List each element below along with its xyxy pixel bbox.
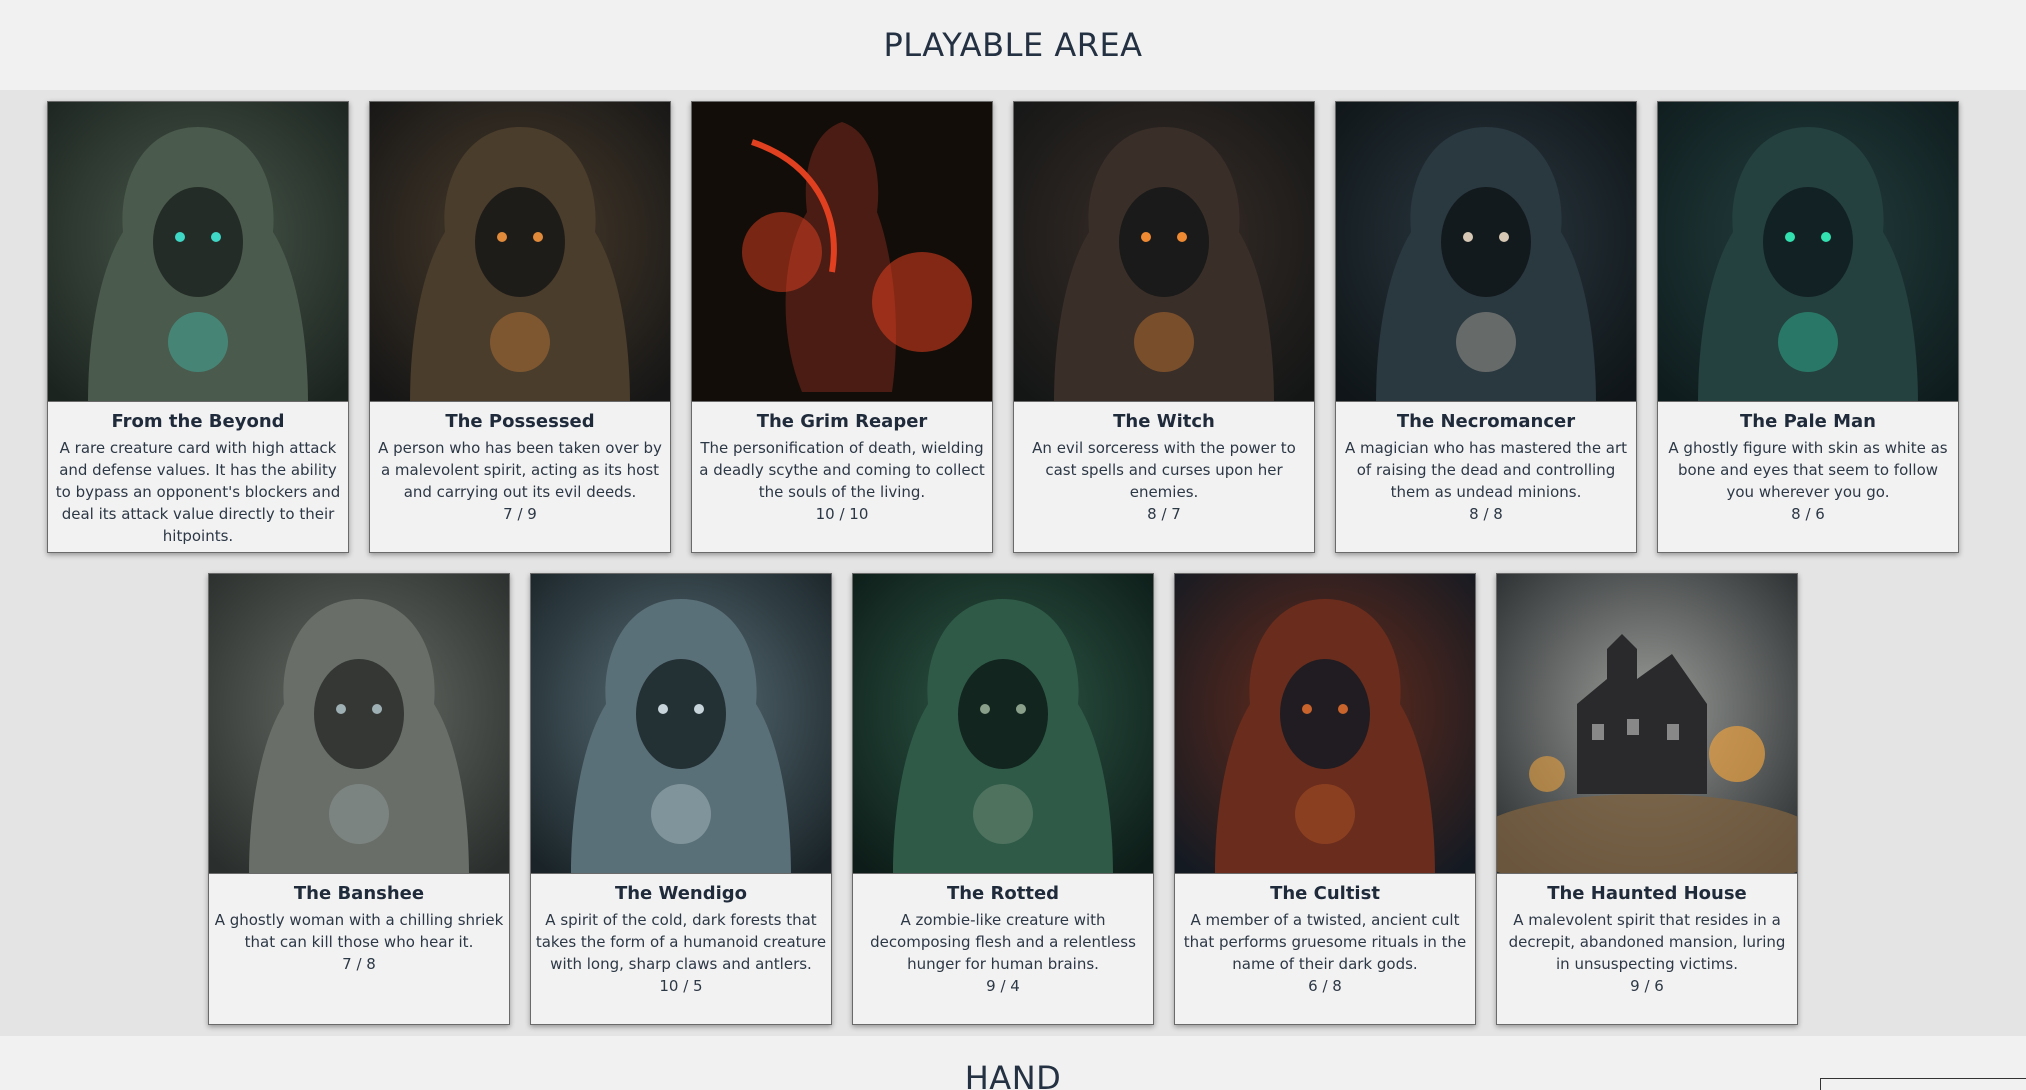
card-name: The Haunted House bbox=[1547, 883, 1747, 904]
card-the-rotted[interactable]: The Rotted A zombie-like creature with de… bbox=[852, 573, 1154, 1025]
card-the-haunted-house[interactable]: The Haunted House A malevolent spirit tha… bbox=[1496, 573, 1798, 1025]
card-stats: 9 / 4 bbox=[48, 547, 348, 552]
card-description: A person who has been taken over by a ma… bbox=[378, 439, 662, 501]
card-description: A zombie-like creature with decomposing … bbox=[870, 911, 1136, 973]
banshee-portrait-icon bbox=[209, 574, 509, 873]
masked-cultist-portrait-icon bbox=[1175, 574, 1475, 873]
card-stats: 7 / 8 bbox=[342, 955, 376, 973]
skull-hood-portrait-icon bbox=[1336, 102, 1636, 401]
card-art bbox=[1658, 102, 1958, 402]
card-stats: 10 / 10 bbox=[815, 505, 869, 523]
card-stats: 10 / 5 bbox=[659, 977, 703, 995]
card-the-possessed[interactable]: The Possessed A person who has been taken… bbox=[369, 101, 671, 553]
card-stats: 7 / 9 bbox=[503, 505, 537, 523]
hand-title: HAND bbox=[0, 1036, 2026, 1090]
card-description: A member of a twisted, ancient cult that… bbox=[1183, 911, 1467, 973]
hooded-figure-portrait-icon bbox=[370, 102, 670, 401]
mansion-scene-icon bbox=[1497, 574, 1797, 873]
playable-area: From the Beyond A rare creature card with… bbox=[0, 90, 2026, 1036]
card-description: An evil sorceress with the power to cast… bbox=[1032, 439, 1296, 501]
card-name: The Rotted bbox=[946, 883, 1060, 904]
card-the-wendigo[interactable]: The Wendigo A spirit of the cold, dark fo… bbox=[530, 573, 832, 1025]
card-art bbox=[1014, 102, 1314, 402]
card-the-grim-reaper[interactable]: The Grim Reaper The personification of de… bbox=[691, 101, 993, 553]
card-description: A spirit of the cold, dark forests that … bbox=[535, 911, 827, 973]
card-name: The Wendigo bbox=[614, 883, 748, 904]
card-the-witch[interactable]: The Witch An evil sorceress with the powe… bbox=[1013, 101, 1315, 553]
card-art bbox=[531, 574, 831, 874]
creature-portrait-icon bbox=[48, 102, 348, 401]
reaper-portrait-icon bbox=[692, 102, 992, 401]
card-name: The Cultist bbox=[1270, 883, 1380, 904]
playable-area-title: PLAYABLE AREA bbox=[0, 0, 2026, 90]
card-name: The Witch bbox=[1113, 411, 1215, 432]
card-description: A ghostly woman with a chilling shriek t… bbox=[214, 911, 504, 951]
card-name: The Banshee bbox=[293, 883, 425, 904]
card-description: A magician who has mastered the art of r… bbox=[1344, 439, 1628, 501]
card-name: The Grim Reaper bbox=[756, 411, 928, 432]
card-the-pale-man[interactable]: The Pale Man A ghostly figure with skin a… bbox=[1657, 101, 1959, 553]
card-art bbox=[1497, 574, 1797, 874]
pale-figure-portrait-icon bbox=[1658, 102, 1958, 401]
card-name: From the Beyond bbox=[111, 411, 285, 432]
card-art bbox=[1175, 574, 1475, 874]
card-description: A rare creature card with high attack an… bbox=[55, 439, 341, 545]
card-stats: 8 / 7 bbox=[1147, 505, 1181, 523]
card-stats: 9 / 6 bbox=[1630, 977, 1664, 995]
card-art bbox=[370, 102, 670, 402]
card-the-banshee[interactable]: The Banshee A ghostly woman with a chilli… bbox=[208, 573, 510, 1025]
card-from-the-beyond[interactable]: From the Beyond A rare creature card with… bbox=[47, 101, 349, 553]
card-stats: 8 / 6 bbox=[1791, 505, 1825, 523]
card-name: The Possessed bbox=[445, 411, 595, 432]
card-name: The Necromancer bbox=[1396, 411, 1576, 432]
card-the-necromancer[interactable]: The Necromancer A magician who has master… bbox=[1335, 101, 1637, 553]
card-art bbox=[692, 102, 992, 402]
hand-action-button[interactable] bbox=[1820, 1078, 2026, 1090]
card-the-cultist[interactable]: The Cultist A member of a twisted, ancien… bbox=[1174, 573, 1476, 1025]
card-art bbox=[209, 574, 509, 874]
card-stats: 8 / 8 bbox=[1469, 505, 1503, 523]
card-stats: 9 / 4 bbox=[986, 977, 1020, 995]
card-description: The personification of death, wielding a… bbox=[699, 439, 985, 501]
card-name: The Pale Man bbox=[1740, 411, 1876, 432]
card-description: A malevolent spirit that resides in a de… bbox=[1508, 911, 1786, 973]
antlered-beast-portrait-icon bbox=[531, 574, 831, 873]
card-stats: 6 / 8 bbox=[1308, 977, 1342, 995]
card-art bbox=[1336, 102, 1636, 402]
card-art bbox=[48, 102, 348, 402]
card-art bbox=[853, 574, 1153, 874]
witch-portrait-icon bbox=[1014, 102, 1314, 401]
card-description: A ghostly figure with skin as white as b… bbox=[1668, 439, 1948, 501]
zombie-face-portrait-icon bbox=[853, 574, 1153, 873]
